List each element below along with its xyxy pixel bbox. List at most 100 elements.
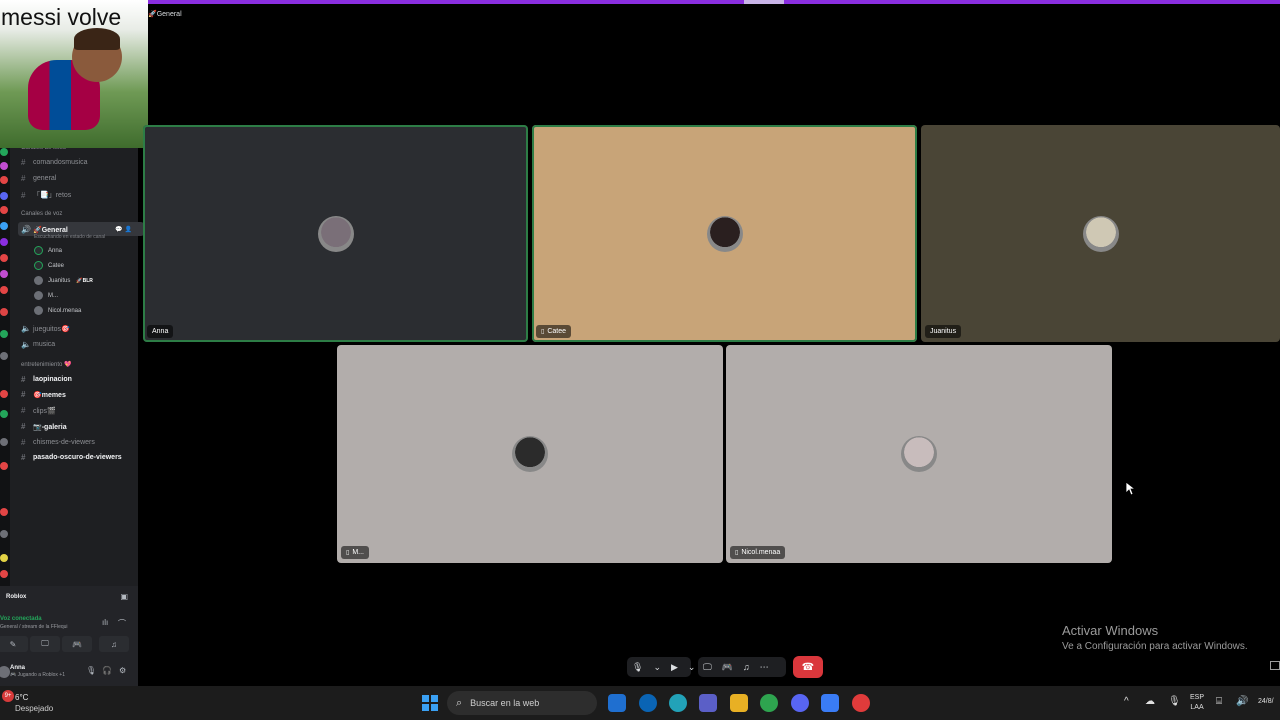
participant-label: ▯ Catee bbox=[536, 325, 571, 338]
weather-icon[interactable]: 9+ bbox=[2, 690, 14, 702]
server-icon[interactable] bbox=[0, 222, 8, 230]
activity-icon[interactable]: 🎮 bbox=[717, 662, 738, 673]
headphones-icon[interactable]: 🎧 bbox=[102, 666, 112, 675]
windows-start-icon[interactable] bbox=[422, 695, 438, 711]
server-icon[interactable] bbox=[0, 176, 8, 184]
voice-user-name: Catee bbox=[48, 262, 65, 269]
file-explorer-icon[interactable] bbox=[730, 694, 748, 712]
outlook-app-icon[interactable] bbox=[639, 694, 657, 712]
voice-connected-status[interactable]: Voz conectada bbox=[0, 616, 42, 622]
teams-app-icon[interactable] bbox=[699, 694, 717, 712]
server-icon[interactable] bbox=[0, 162, 8, 170]
avatar[interactable] bbox=[0, 666, 10, 678]
microphone-icon[interactable]: 🎙 bbox=[627, 662, 648, 673]
video-tile[interactable]: Juanitus bbox=[921, 125, 1280, 342]
user-panel[interactable]: Anna 🎮 Jugando a Roblox +1 🎙 🎧 ⚙ bbox=[0, 660, 138, 686]
voice-user[interactable]: Catee bbox=[34, 261, 64, 270]
noise-suppression-icon[interactable]: ılı bbox=[102, 618, 108, 627]
call-action-controls: 🖵 🎮 ♫ ⋯ bbox=[698, 657, 786, 677]
volume-icon[interactable]: 🔊 bbox=[1236, 696, 1248, 707]
video-tile[interactable]: Anna bbox=[143, 125, 528, 342]
server-icon[interactable] bbox=[0, 462, 8, 470]
server-icon[interactable] bbox=[0, 438, 8, 446]
category-voice-channels[interactable]: Canales de voz bbox=[21, 211, 62, 217]
channel-galeria[interactable]: # 📷-galeria bbox=[21, 422, 67, 431]
server-icon[interactable] bbox=[0, 570, 8, 578]
server-icon[interactable] bbox=[0, 148, 8, 156]
server-icon[interactable] bbox=[0, 206, 8, 214]
voice-user[interactable]: M... bbox=[34, 291, 58, 300]
chevron-up-icon[interactable]: ^ bbox=[1124, 696, 1129, 707]
hangup-button[interactable]: ☎ bbox=[793, 656, 823, 678]
hash-icon: # bbox=[21, 158, 26, 167]
hangup-icon: ☎ bbox=[801, 661, 815, 673]
soundboard-button[interactable]: ♫ bbox=[99, 636, 129, 652]
store-app-icon[interactable] bbox=[608, 694, 626, 712]
roblox-app-icon[interactable] bbox=[852, 694, 870, 712]
channel-clips[interactable]: # clips🎬 bbox=[21, 406, 56, 415]
channel-comandosmusica[interactable]: # comandosmusica bbox=[21, 158, 87, 167]
server-icon[interactable] bbox=[0, 238, 8, 246]
server-icon[interactable] bbox=[0, 554, 8, 562]
video-tile[interactable]: ▯ Nicol.menaa bbox=[726, 345, 1112, 563]
soundboard-icon[interactable]: ♫ bbox=[738, 662, 755, 672]
video-tile[interactable]: ▯ Catee bbox=[532, 125, 917, 342]
language-indicator[interactable]: ESP LAA bbox=[1190, 693, 1204, 713]
call-channel-title: 🚀General bbox=[148, 11, 182, 18]
network-icon[interactable]: ⌸ bbox=[1216, 696, 1222, 707]
server-icon[interactable] bbox=[0, 508, 8, 516]
server-icon[interactable] bbox=[0, 530, 8, 538]
cloud-icon[interactable]: ☁ bbox=[1145, 696, 1155, 707]
disconnect-icon[interactable]: ⌒ bbox=[118, 618, 126, 629]
channel-memes[interactable]: # 🎯memes bbox=[21, 390, 66, 399]
activity-icon[interactable]: ▣ bbox=[120, 592, 128, 601]
chevron-down-icon[interactable]: ⌄ bbox=[648, 662, 666, 673]
edge-app-icon[interactable] bbox=[669, 694, 687, 712]
camera-icon[interactable]: ▶ bbox=[666, 662, 683, 673]
discord-app-icon[interactable] bbox=[791, 694, 809, 712]
chrome-app-icon[interactable] bbox=[760, 694, 778, 712]
weather-temperature[interactable]: 6°C bbox=[15, 693, 28, 702]
channel-general[interactable]: # general bbox=[21, 174, 56, 183]
roblox-studio-icon[interactable] bbox=[821, 694, 839, 712]
participant-name: Catee bbox=[547, 328, 566, 335]
voice-channel-jueguitos[interactable]: 🔈 jueguitos🎯 bbox=[21, 324, 70, 333]
channel-actions-icon[interactable]: 💬 👤 bbox=[115, 226, 132, 233]
popout-icon[interactable] bbox=[1270, 661, 1280, 670]
hash-icon: # bbox=[21, 422, 26, 431]
server-icon[interactable] bbox=[0, 330, 8, 338]
server-icon[interactable] bbox=[0, 254, 8, 262]
hash-icon: # bbox=[21, 406, 26, 415]
voice-channel-general[interactable]: 🔊 🚀General bbox=[21, 225, 68, 234]
server-icon[interactable] bbox=[0, 308, 8, 316]
server-icon[interactable] bbox=[0, 352, 8, 360]
channel-laopinacion[interactable]: # laopinacion bbox=[21, 375, 72, 384]
channel-pasado-oscuro[interactable]: # pasado-oscuro-de-viewers bbox=[21, 453, 122, 462]
taskbar-search[interactable]: ⌕ Buscar en la web bbox=[447, 691, 597, 715]
more-icon[interactable]: ⋯ bbox=[755, 662, 774, 673]
voice-connected-path[interactable]: General / stream de la FFlequi bbox=[0, 624, 68, 630]
video-tile[interactable]: ▯ M... bbox=[337, 345, 723, 563]
voice-user[interactable]: Juanitus 🚀BLR bbox=[34, 276, 93, 285]
screen-share-icon[interactable]: 🖵 bbox=[698, 662, 717, 673]
voice-user[interactable]: Nicol.menaa bbox=[34, 306, 81, 315]
server-icon[interactable] bbox=[0, 390, 8, 398]
server-icon[interactable] bbox=[0, 410, 8, 418]
channel-retos[interactable]: # 「📑」retos bbox=[21, 190, 71, 200]
voice-user[interactable]: Anna bbox=[34, 246, 62, 255]
voice-channel-musica[interactable]: 🔈 musica bbox=[21, 340, 55, 349]
activity-button[interactable]: 🎮 bbox=[62, 636, 92, 652]
server-icon[interactable] bbox=[0, 192, 8, 200]
microphone-icon[interactable]: 🎙 bbox=[86, 666, 96, 675]
speaker-icon: 🔈 bbox=[21, 340, 31, 349]
category-entretenimiento[interactable]: entretenimiento 💖 bbox=[21, 361, 72, 368]
microphone-icon[interactable]: 🎙 bbox=[1168, 696, 1181, 707]
channel-chismes[interactable]: # chismes-de-viewers bbox=[21, 438, 95, 447]
server-icon[interactable] bbox=[0, 270, 8, 278]
screen-share-button[interactable]: 🖵 bbox=[30, 636, 60, 652]
weather-description[interactable]: Despejado bbox=[15, 704, 53, 713]
clock-date[interactable]: 24/8/ bbox=[1258, 698, 1274, 705]
gear-icon[interactable]: ⚙ bbox=[119, 666, 126, 675]
video-button[interactable]: ✎ bbox=[0, 636, 28, 652]
server-icon[interactable] bbox=[0, 286, 8, 294]
